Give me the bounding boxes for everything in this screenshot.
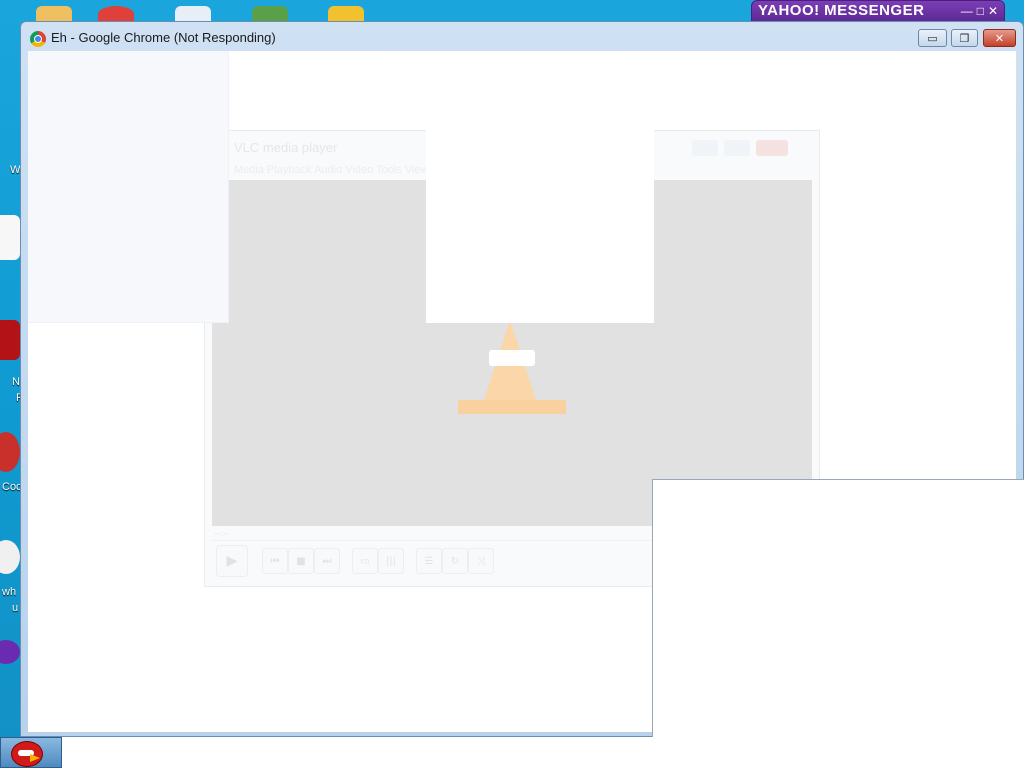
unpainted-region-top: [426, 130, 654, 323]
desktop-label-wh[interactable]: wh: [2, 586, 16, 598]
angry-birds-icon: [11, 741, 43, 767]
desktop-label-u[interactable]: u: [12, 602, 18, 614]
yahoo-title: MESSENGER: [824, 2, 925, 19]
chrome-window-title: Eh - Google Chrome (Not Responding): [51, 30, 276, 45]
yahoo-close-button[interactable]: ✕: [988, 4, 998, 18]
vlc-window-title: VLC media player: [234, 140, 338, 155]
desktop-icon-left-1[interactable]: [0, 215, 20, 260]
chrome-close-button[interactable]: ✕: [983, 29, 1016, 47]
vlc-play-button[interactable]: ▶: [216, 545, 248, 577]
vlc-minimize-button[interactable]: [692, 140, 718, 156]
vlc-loop-button[interactable]: ↻: [442, 548, 468, 574]
vlc-stop-button[interactable]: ■: [288, 548, 314, 574]
desktop-icon-1[interactable]: [36, 6, 72, 22]
yahoo-minimize-button[interactable]: —: [961, 4, 973, 18]
vlc-time-label: --:--: [214, 529, 231, 539]
vlc-playlist-button[interactable]: ☰: [416, 548, 442, 574]
vlc-cone-base: [458, 400, 566, 414]
chrome-minimize-button[interactable]: ▭: [918, 29, 947, 47]
unpainted-region-bottom-right: [652, 479, 1024, 738]
vlc-cone-stripe: [489, 350, 535, 366]
vlc-extended-settings-button[interactable]: |||: [378, 548, 404, 574]
yahoo-logo-text: YAHOO!: [758, 2, 820, 19]
vlc-maximize-button[interactable]: [724, 140, 750, 156]
yahoo-maximize-button[interactable]: □: [977, 4, 984, 18]
ghost-panel: [28, 51, 229, 323]
vlc-close-button[interactable]: [756, 140, 788, 156]
desktop-icon-2[interactable]: [98, 6, 134, 22]
chrome-titlebar[interactable]: Eh - Google Chrome (Not Responding) ▭ ❐ …: [21, 22, 1023, 51]
yahoo-window-controls: — □ ✕: [961, 4, 998, 18]
vlc-next-button[interactable]: ⏭: [314, 548, 340, 574]
yahoo-messenger-titlebar[interactable]: YAHOO! MESSENGER — □ ✕: [751, 0, 1005, 22]
vlc-menubar[interactable]: Media Playback Audio Video Tools View He…: [234, 164, 454, 176]
desktop-icon-left-2[interactable]: [0, 320, 20, 360]
desktop-icon-5[interactable]: [328, 6, 364, 22]
desktop-label-coc[interactable]: Coc: [2, 481, 22, 493]
vlc-previous-button[interactable]: ⏮: [262, 548, 288, 574]
chrome-maximize-button[interactable]: ❐: [951, 29, 978, 47]
desktop-icon-4[interactable]: [252, 6, 288, 22]
desktop-icon-3[interactable]: [175, 6, 211, 22]
taskbar: [0, 737, 1024, 768]
vlc-shuffle-button[interactable]: ⤨: [468, 548, 494, 574]
desktop-label-n[interactable]: N: [12, 376, 20, 388]
vlc-cone-icon: [454, 320, 570, 420]
chrome-logo-icon: [30, 31, 46, 47]
vlc-fullscreen-button[interactable]: ▭: [352, 548, 378, 574]
yahoo-logo: YAHOO! MESSENGER: [758, 2, 924, 20]
taskbar-angry-birds-button[interactable]: [0, 737, 62, 768]
desktop-label-w[interactable]: W: [10, 164, 20, 176]
